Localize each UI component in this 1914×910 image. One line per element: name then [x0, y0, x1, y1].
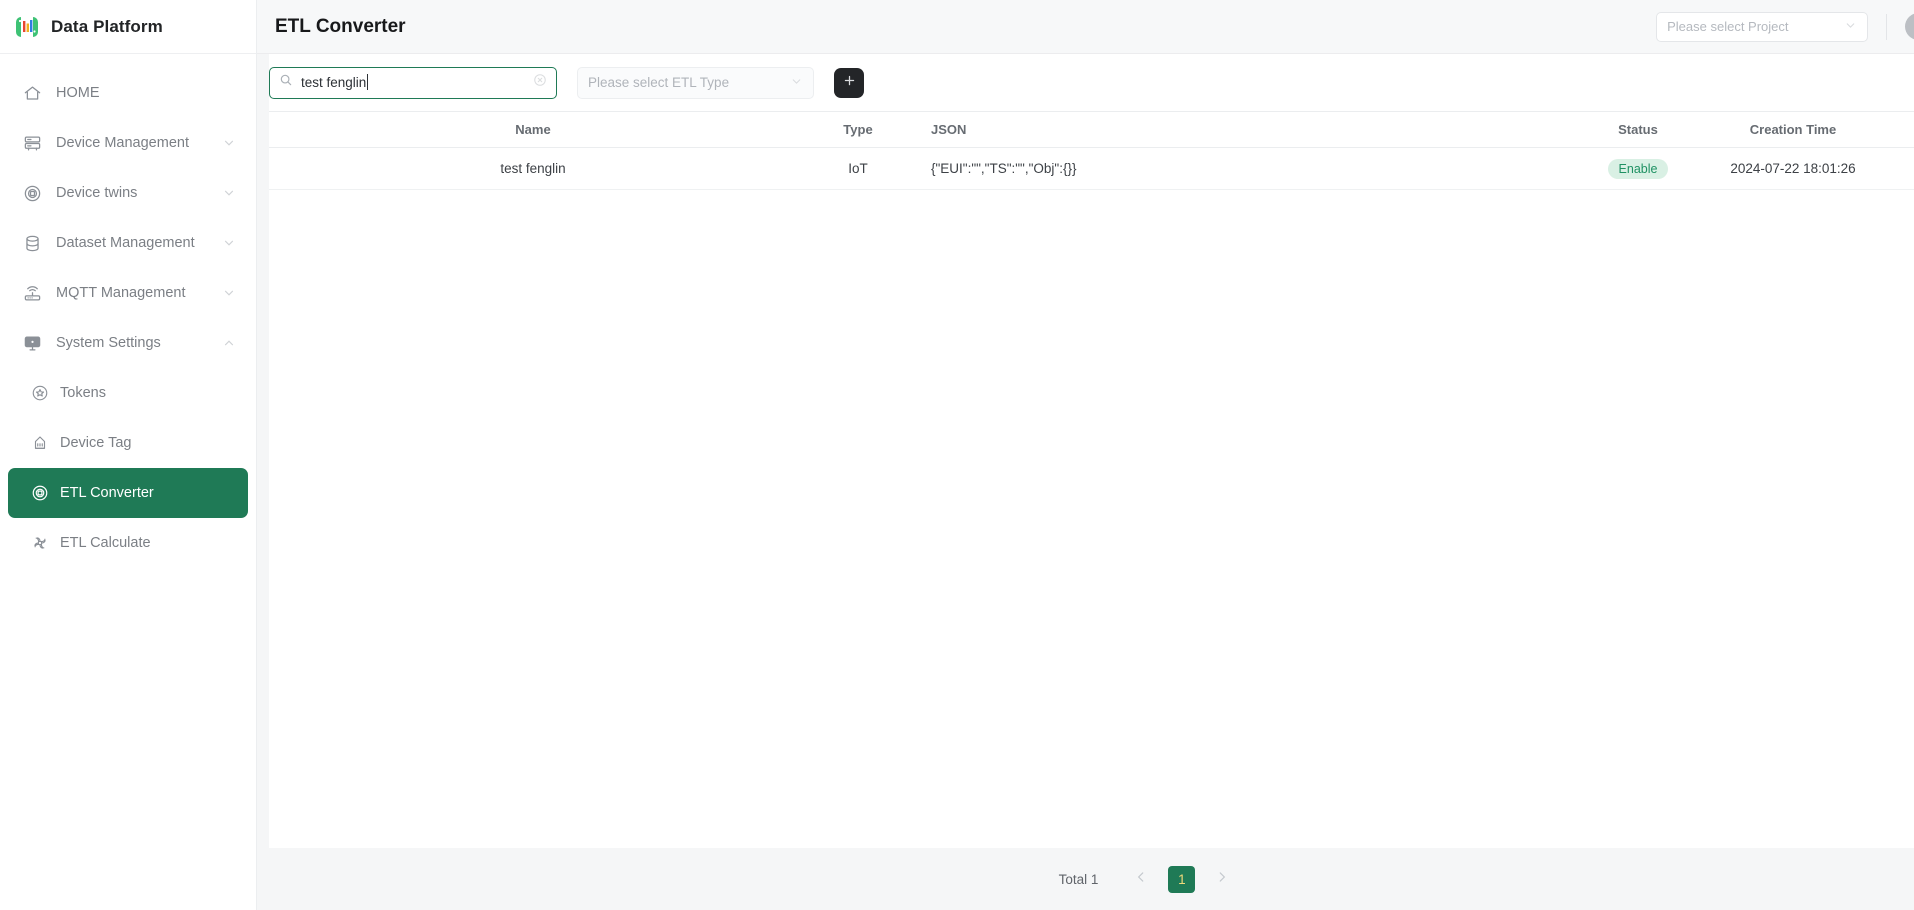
chevron-right-icon: [1215, 870, 1229, 889]
pagination: Total 1 1: [269, 848, 1914, 910]
search-input-value: test fenglin: [301, 74, 525, 90]
brand: Data Platform: [0, 0, 256, 54]
etl-converter-table: Name Type JSON Status Creation Time Oper…: [269, 111, 1914, 190]
chevron-left-icon: [1134, 870, 1148, 889]
column-header-status: Status: [1567, 111, 1709, 148]
app-root: Data Platform HOME Device Management Dev…: [0, 0, 1914, 910]
home-icon: [22, 83, 42, 103]
pagination-prev-button[interactable]: [1128, 866, 1154, 892]
column-header-operations: Operations: [1877, 111, 1914, 148]
toolbar: test fenglin Please select ETL Type: [269, 54, 1914, 111]
sidebar-nav: HOME Device Management Device twins Data…: [0, 54, 256, 910]
pagination-page-1[interactable]: 1: [1168, 865, 1196, 893]
chevron-down-icon: [790, 75, 803, 91]
sidebar-item-tokens[interactable]: Tokens: [8, 368, 248, 418]
chevron-down-icon: [222, 186, 236, 200]
column-header-name: Name: [269, 111, 797, 148]
chevron-up-icon: [222, 336, 236, 350]
sidebar-item-dataset-management[interactable]: Dataset Management: [0, 218, 256, 268]
sidebar-item-label: ETL Converter: [60, 485, 154, 501]
chevron-down-icon: [222, 286, 236, 300]
chevron-down-icon: [222, 136, 236, 150]
user-menu[interactable]: fenglin: [1905, 13, 1914, 40]
plus-icon: [842, 73, 857, 93]
monitor-icon: [22, 333, 42, 353]
avatar: [1905, 13, 1914, 40]
column-header-type: Type: [797, 111, 919, 148]
status-badge: Enable: [1607, 158, 1669, 179]
cell-operations: [1877, 147, 1914, 190]
data-platform-logo-icon: [14, 14, 40, 40]
column-header-creation-time: Creation Time: [1709, 111, 1877, 148]
sidebar-item-etl-calculate[interactable]: ETL Calculate: [8, 518, 248, 568]
cell-name: test fenglin: [269, 147, 797, 190]
table-header-row: Name Type JSON Status Creation Time Oper…: [269, 111, 1914, 148]
sidebar-item-label: HOME: [56, 85, 100, 101]
sidebar-item-label: Dataset Management: [56, 235, 195, 251]
table-row[interactable]: test fenglin IoT {"EUI":"","TS":"","Obj"…: [269, 147, 1914, 190]
etl-type-select[interactable]: Please select ETL Type: [577, 66, 814, 99]
star-badge-icon: [30, 384, 49, 403]
pagination-total: Total 1: [1058, 871, 1099, 887]
tag-icon: [30, 434, 49, 453]
cell-json[interactable]: {"EUI":"","TS":"","Obj":{}}: [919, 147, 1567, 190]
topbar-divider: [1886, 13, 1888, 40]
table-empty-space: [269, 190, 1914, 848]
sidebar-item-label: ETL Calculate: [60, 535, 151, 551]
chevron-down-icon: [1844, 19, 1857, 35]
database-icon: [22, 233, 42, 253]
sidebar-item-device-tag[interactable]: Device Tag: [8, 418, 248, 468]
router-icon: [22, 283, 42, 303]
cell-creation-time: 2024-07-22 18:01:26: [1709, 147, 1877, 190]
search-input[interactable]: test fenglin: [269, 66, 557, 99]
sidebar-item-label: Tokens: [60, 385, 106, 401]
sidebar-item-label: Device Tag: [60, 435, 132, 451]
sidebar-item-device-management[interactable]: Device Management: [0, 118, 256, 168]
converter-icon: [30, 484, 49, 503]
etl-type-placeholder: Please select ETL Type: [588, 75, 730, 90]
sidebar-item-label: System Settings: [56, 335, 161, 351]
sidebar: Data Platform HOME Device Management Dev…: [0, 0, 257, 910]
etl-converter-panel: test fenglin Please select ETL Type Name…: [269, 54, 1914, 848]
search-icon: [279, 73, 293, 92]
sidebar-item-label: MQTT Management: [56, 285, 186, 301]
add-button[interactable]: [834, 67, 864, 98]
topbar: ETL Converter Please select Project feng…: [257, 0, 1914, 54]
page-title: ETL Converter: [275, 15, 406, 37]
content: test fenglin Please select ETL Type Name…: [257, 54, 1914, 910]
project-select[interactable]: Please select Project: [1656, 11, 1869, 42]
sidebar-item-system-settings[interactable]: System Settings: [0, 318, 256, 368]
sidebar-item-home[interactable]: HOME: [0, 68, 256, 118]
twins-icon: [22, 183, 42, 203]
sidebar-item-etl-converter[interactable]: ETL Converter: [8, 468, 248, 518]
circle-close-icon[interactable]: [533, 73, 547, 92]
topbar-right: Please select Project fenglin: [1656, 11, 1914, 42]
project-select-placeholder: Please select Project: [1667, 19, 1789, 34]
calculate-icon: [30, 534, 49, 553]
chevron-down-icon: [222, 236, 236, 250]
pagination-next-button[interactable]: [1209, 866, 1235, 892]
cell-status: Enable: [1567, 147, 1709, 190]
sidebar-item-mqtt-management[interactable]: MQTT Management: [0, 268, 256, 318]
sidebar-item-label: Device Management: [56, 135, 189, 151]
sidebar-item-device-twins[interactable]: Device twins: [0, 168, 256, 218]
main-area: ETL Converter Please select Project feng…: [257, 0, 1914, 910]
column-header-json: JSON: [919, 111, 1567, 148]
cell-type: IoT: [797, 147, 919, 190]
sidebar-item-label: Device twins: [56, 185, 138, 201]
server-icon: [22, 133, 42, 153]
brand-title: Data Platform: [51, 16, 163, 36]
